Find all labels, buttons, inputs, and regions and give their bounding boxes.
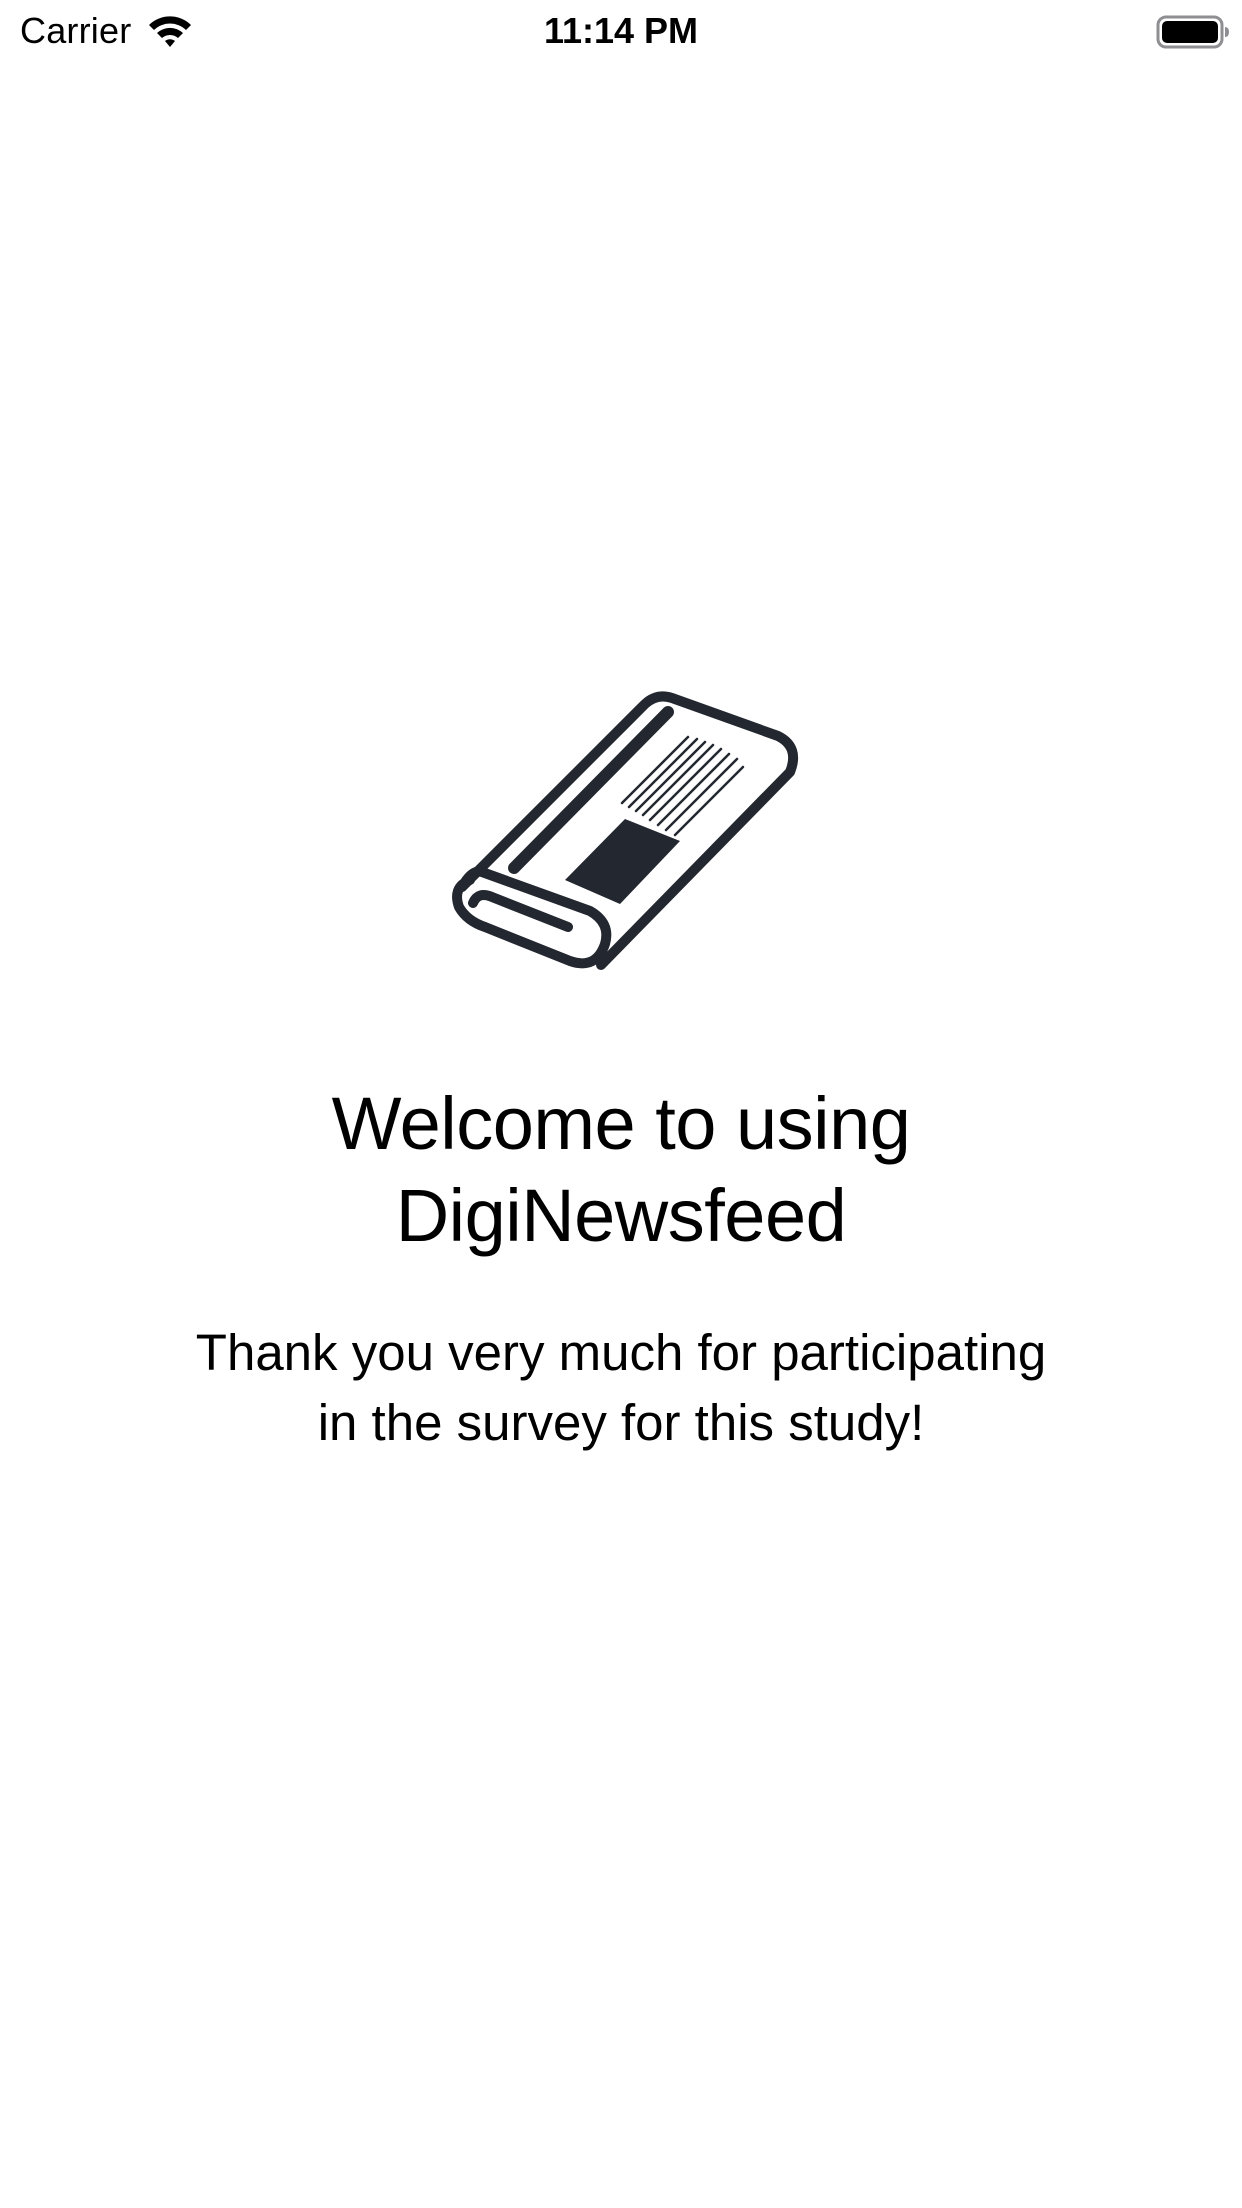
battery-full-icon bbox=[1156, 15, 1229, 49]
welcome-title: Welcome to using DigiNewsfeed bbox=[331, 1082, 911, 1257]
clock-time: 11:14 PM bbox=[543, 10, 699, 51]
newspaper-icon bbox=[452, 691, 798, 970]
status-bar: Carrier 11:14 PM bbox=[0, 0, 1242, 62]
welcome-message: Thank you very much for participating in… bbox=[195, 1324, 1047, 1451]
